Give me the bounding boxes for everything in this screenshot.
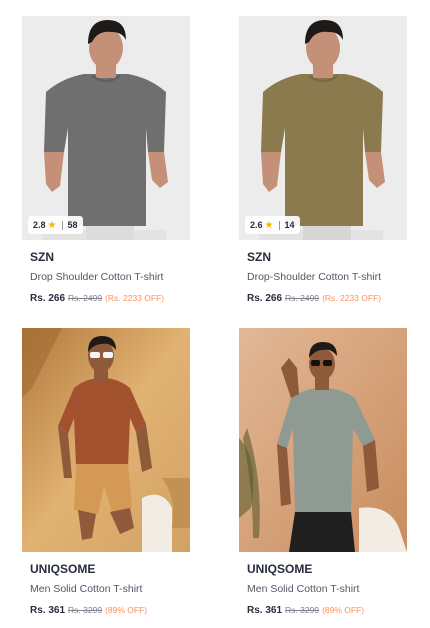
- product-photo-illustration: [239, 16, 407, 240]
- product-brand: UNIQSOME: [247, 562, 313, 576]
- product-price: Rs. 361: [30, 605, 66, 616]
- product-mrp: Rs. 2499: [68, 293, 103, 303]
- product-mrp: Rs. 3299: [285, 605, 320, 615]
- product-price: Rs. 266: [30, 293, 66, 304]
- product-price: Rs. 266: [247, 293, 283, 304]
- product-image[interactable]: [239, 328, 407, 552]
- product-discount: (89% OFF): [322, 605, 365, 615]
- product-price-row: Rs. 361 Rs. 3299 (89% OFF): [30, 605, 190, 616]
- product-image[interactable]: 2.8 ★ 58: [22, 16, 190, 240]
- product-name: Men Solid Cotton T-shirt: [247, 583, 360, 595]
- product-photo-illustration: [22, 328, 190, 552]
- product-name: Men Solid Cotton T-shirt: [30, 583, 143, 595]
- star-icon: ★: [264, 219, 274, 231]
- rating-badge: 2.6 ★ 14: [245, 216, 300, 234]
- rating-badge: 2.8 ★ 58: [28, 216, 83, 234]
- product-mrp: Rs. 3299: [68, 605, 103, 615]
- rating-value: 2.6: [250, 220, 263, 230]
- product-name: Drop Shoulder Cotton T-shirt: [30, 271, 164, 283]
- product-discount: (Rs. 2233 OFF): [322, 293, 382, 303]
- product-brand: UNIQSOME: [30, 562, 96, 576]
- product-name: Drop-Shoulder Cotton T-shirt: [247, 271, 382, 283]
- rating-count: 14: [284, 220, 295, 230]
- product-price-row: Rs. 266 Rs. 2499 (Rs. 2233 OFF): [30, 293, 190, 304]
- product-price-row: Rs. 266 Rs. 2499 (Rs. 2233 OFF): [247, 293, 407, 304]
- rating-value: 2.8: [33, 220, 46, 230]
- product-photo-illustration: [239, 328, 407, 552]
- product-mrp: Rs. 2499: [285, 293, 320, 303]
- product-brand: SZN: [247, 250, 271, 264]
- product-price: Rs. 361: [247, 605, 283, 616]
- rating-count: 58: [67, 220, 78, 230]
- product-price-row: Rs. 361 Rs. 3299 (89% OFF): [247, 605, 407, 616]
- star-icon: ★: [47, 219, 57, 231]
- product-discount: (89% OFF): [105, 605, 148, 615]
- product-image[interactable]: [22, 328, 190, 552]
- product-photo-illustration: [22, 16, 190, 240]
- rating-divider: [62, 220, 64, 230]
- product-image[interactable]: 2.6 ★ 14: [239, 16, 407, 240]
- product-brand: SZN: [30, 250, 54, 264]
- product-discount: (Rs. 2233 OFF): [105, 293, 165, 303]
- rating-divider: [279, 220, 281, 230]
